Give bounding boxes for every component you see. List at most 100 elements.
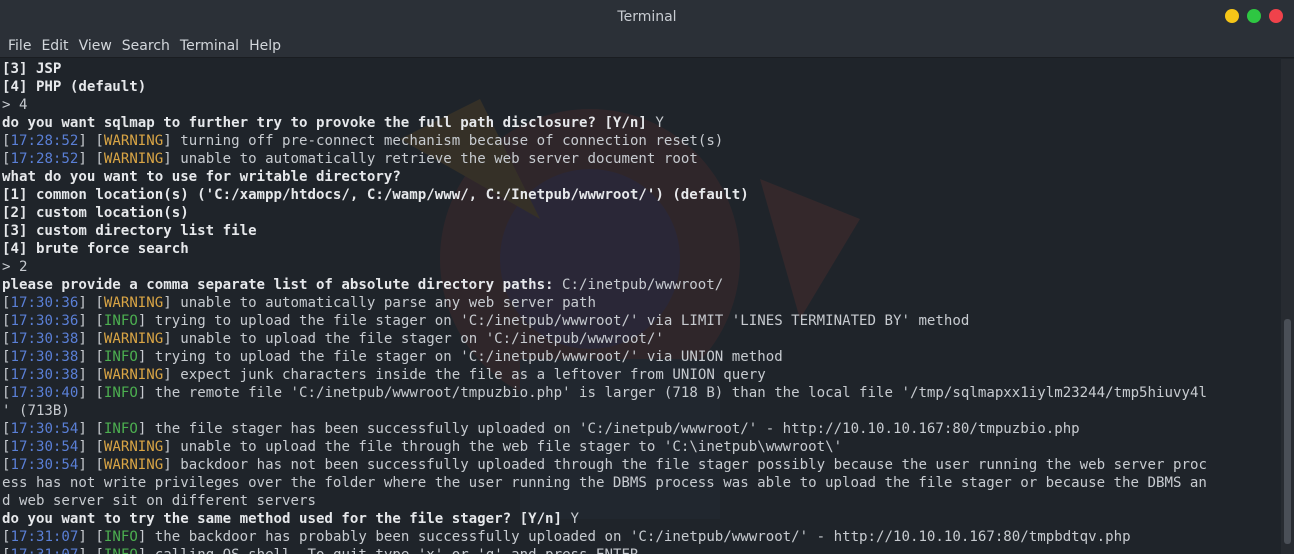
line-text: do you want to try the same method used … <box>2 511 571 527</box>
log-timestamp: 17:30:36 <box>10 313 79 329</box>
line-text: ] [ <box>78 457 104 473</box>
line-text: ] [ <box>78 529 104 545</box>
line-text: [ <box>2 457 11 473</box>
menu-bar: File Edit View Search Terminal Help <box>0 34 1294 58</box>
log-level-warning: WARNING <box>103 439 164 455</box>
line-text: ] [ <box>78 421 104 437</box>
line-text: ] expect junk characters inside the file… <box>163 367 766 383</box>
line-text: ] unable to automatically parse any web … <box>163 295 597 311</box>
line-text: [4] brute force search <box>2 241 189 257</box>
terminal-lines: [3] JSP [4] PHP (default) > 4 do you want s… <box>2 60 1281 554</box>
line-text: C:/inetpub/wwwroot/ <box>562 277 724 293</box>
close-button[interactable] <box>1269 9 1283 23</box>
terminal-line: [17:30:54] [WARNING] backdoor has not be… <box>2 456 1281 474</box>
title-bar[interactable]: Terminal <box>0 0 1294 34</box>
line-text: ] unable to upload the file through the … <box>163 439 843 455</box>
scrollbar-thumb[interactable] <box>1284 319 1291 544</box>
line-text: ] trying to upload the file stager on 'C… <box>137 349 783 365</box>
menu-file[interactable]: File <box>3 38 36 54</box>
line-text: [ <box>2 439 11 455</box>
terminal-line: please provide a comma separate list of … <box>2 276 1281 294</box>
line-text: ] [ <box>78 295 104 311</box>
log-level-warning: WARNING <box>103 331 164 347</box>
line-text: > 4 <box>2 97 28 113</box>
line-text: Y <box>655 115 664 131</box>
terminal-line: [17:30:54] [WARNING] unable to upload th… <box>2 438 1281 456</box>
window-title: Terminal <box>617 9 677 25</box>
log-timestamp: 17:30:54 <box>10 439 79 455</box>
terminal-line: [3] custom directory list file <box>2 222 1281 240</box>
line-text: please provide a comma separate list of … <box>2 277 563 293</box>
terminal-line: > 2 <box>2 258 1281 276</box>
terminal-line: [17:30:36] [INFO] trying to upload the f… <box>2 312 1281 330</box>
line-text: ] the backdoor has probably been success… <box>137 529 1131 545</box>
log-timestamp: 17:30:54 <box>10 421 79 437</box>
line-text: [ <box>2 313 11 329</box>
maximize-button[interactable] <box>1247 9 1261 23</box>
log-timestamp: 17:30:38 <box>10 349 79 365</box>
line-text: ] unable to automatically retrieve the w… <box>163 151 698 167</box>
log-level-warning: WARNING <box>103 133 164 149</box>
line-text: ' (713B) <box>2 403 70 419</box>
line-text: ] [ <box>78 151 104 167</box>
line-text: ] unable to upload the file stager on 'C… <box>163 331 664 347</box>
line-text: [2] custom location(s) <box>2 205 189 221</box>
menu-search[interactable]: Search <box>117 38 175 54</box>
log-timestamp: 17:30:38 <box>10 367 79 383</box>
line-text: ] [ <box>78 439 104 455</box>
menu-help[interactable]: Help <box>244 38 286 54</box>
terminal-line: [17:30:38] [WARNING] unable to upload th… <box>2 330 1281 348</box>
log-timestamp: 17:31:07 <box>11 547 79 554</box>
log-timestamp: 17:28:52 <box>10 151 79 167</box>
line-text: [ <box>2 349 11 365</box>
log-timestamp: 17:30:38 <box>10 331 79 347</box>
scrollbar[interactable] <box>1281 59 1294 554</box>
line-text: [ <box>2 421 11 437</box>
log-level-info: INFO <box>104 547 138 554</box>
line-text: ] [ <box>78 547 103 554</box>
terminal-line: [17:31:07] [INFO] calling OS shell. To q… <box>2 546 1281 554</box>
terminal-line: [17:30:36] [WARNING] unable to automatic… <box>2 294 1281 312</box>
line-text: do you want sqlmap to further try to pro… <box>2 115 656 131</box>
line-text: [ <box>2 331 11 347</box>
line-text: [ <box>2 133 11 149</box>
log-timestamp: 17:31:07 <box>10 529 79 545</box>
terminal-line: [3] JSP <box>2 60 1281 78</box>
terminal-line: [17:30:38] [WARNING] expect junk charact… <box>2 366 1281 384</box>
terminal-line: [2] custom location(s) <box>2 204 1281 222</box>
line-text: [ <box>2 529 11 545</box>
log-timestamp: 17:28:52 <box>10 133 79 149</box>
terminal-output[interactable]: [3] JSP [4] PHP (default) > 4 do you want s… <box>0 59 1281 554</box>
log-level-info: INFO <box>103 313 138 329</box>
log-level-warning: WARNING <box>103 151 164 167</box>
terminal-line: [17:30:38] [INFO] trying to upload the f… <box>2 348 1281 366</box>
minimize-button[interactable] <box>1225 9 1239 23</box>
terminal-line: do you want to try the same method used … <box>2 510 1281 528</box>
line-text: ] [ <box>78 133 104 149</box>
line-text: ] [ <box>78 385 104 401</box>
log-level-info: INFO <box>103 385 138 401</box>
menu-terminal[interactable]: Terminal <box>175 38 244 54</box>
line-text: d web server sit on different servers <box>2 493 316 509</box>
line-text: ] [ <box>78 367 104 383</box>
line-text: ess has not write privileges over the fo… <box>2 475 1207 491</box>
log-level-info: INFO <box>103 529 138 545</box>
line-text: ] [ <box>78 349 104 365</box>
log-timestamp: 17:30:40 <box>10 385 79 401</box>
line-text: ] the file stager has been successfully … <box>137 421 1080 437</box>
terminal-line: what do you want to use for writable dir… <box>2 168 1281 186</box>
line-text: ] [ <box>78 313 104 329</box>
terminal-line: [1] common location(s) ('C:/xampp/htdocs… <box>2 186 1281 204</box>
menu-view[interactable]: View <box>74 38 117 54</box>
line-text: what do you want to use for writable dir… <box>2 169 401 185</box>
log-level-warning: WARNING <box>103 295 164 311</box>
line-text: [ <box>2 151 11 167</box>
terminal-line: d web server sit on different servers <box>2 492 1281 510</box>
terminal-line: [17:28:52] [WARNING] turning off pre-con… <box>2 132 1281 150</box>
line-text: ] the remote file 'C:/inetpub/wwwroot/tm… <box>137 385 1207 401</box>
terminal-line: ess has not write privileges over the fo… <box>2 474 1281 492</box>
line-text: ] turning off pre-connect mechanism beca… <box>163 133 724 149</box>
menu-edit[interactable]: Edit <box>36 38 73 54</box>
terminal-line: [4] brute force search <box>2 240 1281 258</box>
line-text: Y <box>570 511 580 527</box>
